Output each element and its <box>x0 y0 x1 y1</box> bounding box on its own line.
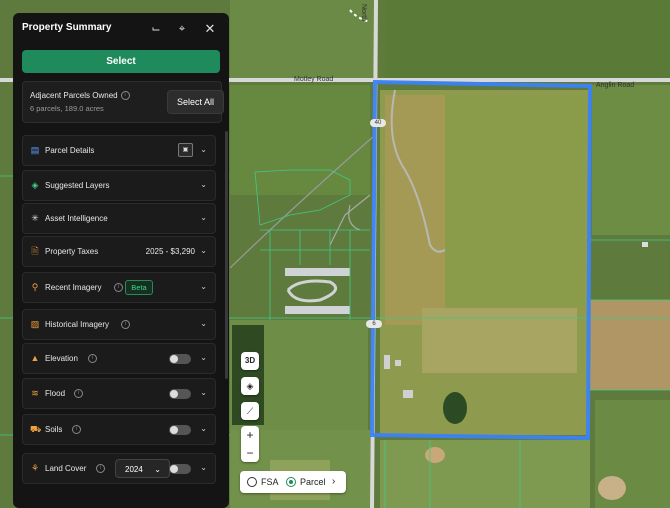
parcel-label: Parcel <box>300 477 326 487</box>
flood-toggle[interactable] <box>169 389 191 399</box>
info-icon[interactable]: i <box>72 425 81 434</box>
image-icon: ▨ <box>30 319 40 329</box>
row-elevation[interactable]: ▲ Elevation i ⌄ <box>22 343 216 374</box>
zoom-control: + − <box>241 426 259 462</box>
parcel-radio[interactable] <box>286 477 296 487</box>
row-label: Suggested Layers <box>45 181 110 190</box>
row-suggested-layers[interactable]: ◈ Suggested Layers ⌄ <box>22 170 216 201</box>
row-label: Parcel Details <box>45 146 95 155</box>
soils-toggle[interactable] <box>169 425 191 435</box>
adjacent-parcels-title: Adjacent Parcels Owned <box>30 91 118 100</box>
info-icon[interactable]: i <box>121 320 130 329</box>
info-icon[interactable]: i <box>120 91 130 101</box>
fsa-label: FSA <box>261 477 279 487</box>
row-property-taxes[interactable]: 🗎 Property Taxes 2025 - $3,290 ⌄ <box>22 236 216 267</box>
info-icon[interactable]: i <box>96 464 105 473</box>
close-icon[interactable]: ✕ <box>203 22 217 36</box>
chevron-down-icon: ⌄ <box>200 319 207 328</box>
panel-header: Property Summary ⌙ ⌖ ✕ <box>13 13 229 45</box>
row-label: Elevation <box>45 354 78 363</box>
select-button[interactable]: Select <box>22 50 220 73</box>
row-recent-imagery[interactable]: ⚲ Recent Imagery i Beta ⌄ <box>22 272 216 303</box>
tractor-icon: ⛟ <box>30 424 42 434</box>
plant-icon: ⚘ <box>30 463 40 473</box>
location-pin-icon[interactable]: ⌖ <box>175 22 189 36</box>
adjacent-parcels-subtitle: 6 parcels, 189.0 acres <box>30 104 104 113</box>
row-flood[interactable]: ≋ Flood i ⌄ <box>22 378 216 409</box>
info-icon[interactable]: i <box>74 389 83 398</box>
chevron-down-icon: ⌄ <box>200 246 207 255</box>
chevron-down-icon: ⌄ <box>200 353 207 362</box>
row-label: Recent Imagery <box>45 283 102 292</box>
adjacent-parcels-card: Adjacent Parcels Owned i 6 parcels, 189.0… <box>22 81 224 123</box>
layers-button[interactable]: ◈ <box>241 377 259 395</box>
row-label: Asset Intelligence <box>45 214 108 223</box>
route-shield: 6 <box>366 320 382 328</box>
land-cover-year: 2024 <box>125 465 143 474</box>
zoom-out-button[interactable]: − <box>241 444 259 462</box>
chevron-down-icon: ⌄ <box>200 180 207 189</box>
property-summary-panel: Property Summary ⌙ ⌖ ✕ Select Adjacent P… <box>13 13 229 508</box>
boundary-toggle-bar: FSA Parcel › <box>240 471 346 493</box>
row-asset-intelligence[interactable]: ✳ Asset Intelligence ⌄ <box>22 203 216 234</box>
road-label-anglin: Anglin Road <box>596 82 635 89</box>
layers-icon: ◈ <box>246 381 254 391</box>
property-taxes-value: 2025 - $3,290 <box>145 247 195 256</box>
draw-icon: ⟋ <box>246 406 254 416</box>
elevation-toggle[interactable] <box>169 354 191 364</box>
measure-icon[interactable]: ⌙ <box>149 22 163 36</box>
route-shield: 40 <box>370 119 386 127</box>
road-label-motley: Motley Road <box>294 76 334 83</box>
fsa-radio[interactable] <box>247 477 257 487</box>
parcel-details-icon: ▤ <box>30 145 40 155</box>
row-parcel-details[interactable]: ▤ Parcel Details ▣ ⌄ <box>22 135 216 166</box>
road-label-north: North <box>360 4 367 22</box>
adjacent-parcels-title-wrap: Adjacent Parcels Owned i <box>30 91 130 101</box>
row-label: Historical Imagery <box>45 320 110 329</box>
chevron-down-icon: ⌄ <box>200 463 207 472</box>
beta-badge: Beta <box>125 280 153 295</box>
panel-title: Property Summary <box>22 22 112 33</box>
select-all-button[interactable]: Select All <box>167 90 224 114</box>
panel-scrollbar[interactable] <box>225 131 228 379</box>
land-cover-toggle[interactable] <box>169 464 191 474</box>
row-land-cover[interactable]: ⚘ Land Cover i 2024 ⌄ ⌄ <box>22 453 216 484</box>
chevron-down-icon: ⌄ <box>154 465 161 474</box>
draw-button[interactable]: ⟋ <box>241 402 259 420</box>
chevron-down-icon: ⌄ <box>200 145 207 154</box>
tax-doc-icon: 🗎 <box>31 246 39 256</box>
layers-icon: ◈ <box>31 180 39 190</box>
chevron-down-icon: ⌄ <box>200 213 207 222</box>
sparkle-icon: ✳ <box>31 213 39 223</box>
info-icon[interactable]: i <box>88 354 97 363</box>
row-label: Land Cover <box>45 464 87 473</box>
zoom-in-button[interactable]: + <box>241 426 259 444</box>
row-label: Soils <box>45 425 63 434</box>
mountain-icon: ▲ <box>30 353 40 363</box>
row-historical-imagery[interactable]: ▨ Historical Imagery i ⌄ <box>22 309 216 340</box>
chevron-down-icon: ⌄ <box>200 282 207 291</box>
3d-button[interactable]: 3D <box>241 352 259 370</box>
chevron-down-icon: ⌄ <box>200 388 207 397</box>
chevron-right-icon[interactable]: › <box>332 476 335 487</box>
id-card-icon[interactable]: ▣ <box>178 143 193 157</box>
row-label: Flood <box>45 389 66 398</box>
land-cover-year-select[interactable]: 2024 ⌄ <box>115 459 170 478</box>
info-icon[interactable]: i <box>114 283 123 292</box>
satellite-icon: ⚲ <box>31 282 39 292</box>
flood-icon: ≋ <box>31 388 39 398</box>
row-soils[interactable]: ⛟ Soils i ⌄ <box>22 414 216 445</box>
chevron-down-icon: ⌄ <box>200 424 207 433</box>
row-label: Property Taxes <box>45 247 99 256</box>
